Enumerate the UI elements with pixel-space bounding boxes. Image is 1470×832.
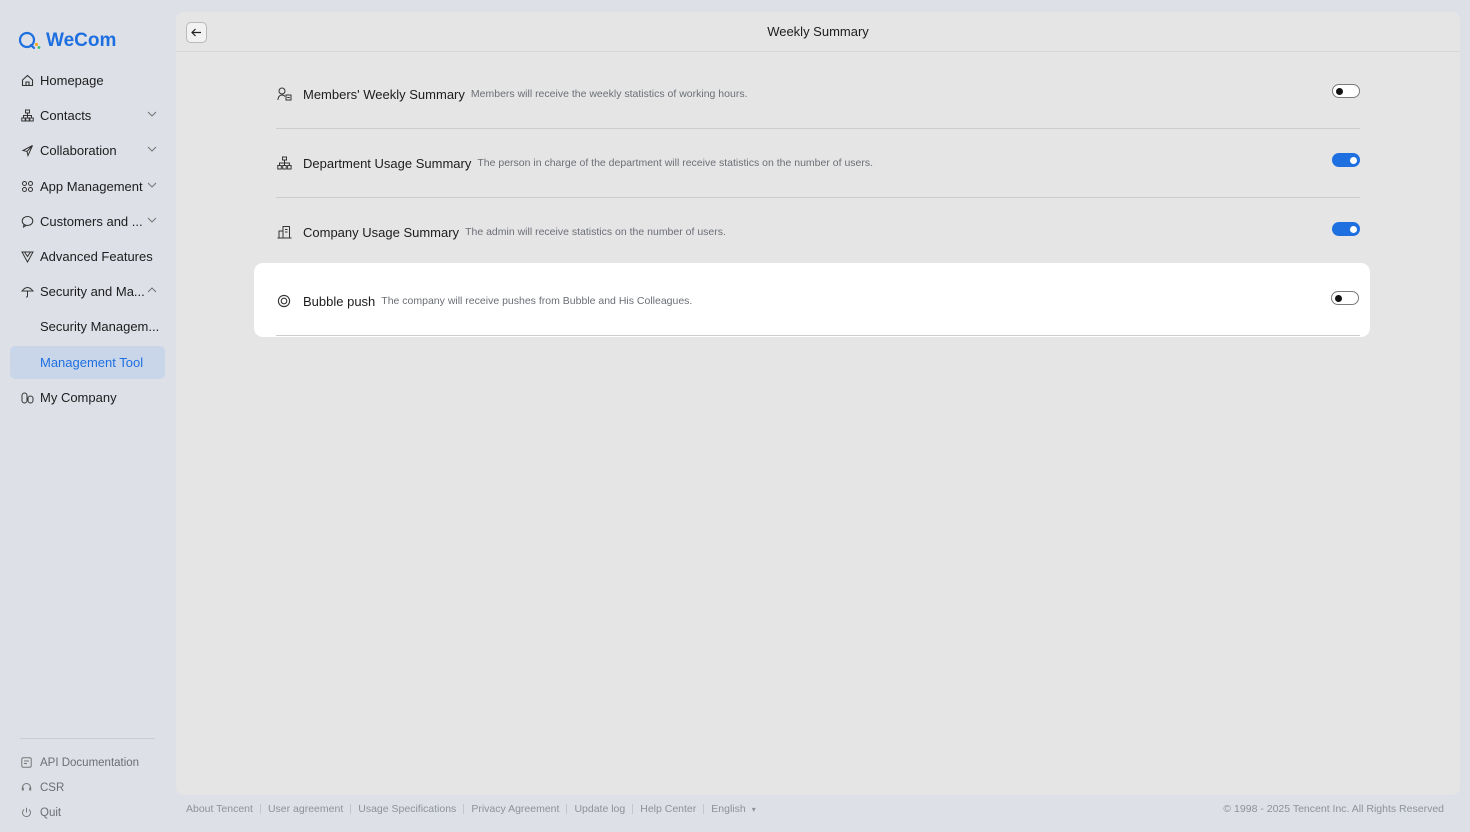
- csr-link[interactable]: CSR: [20, 775, 170, 800]
- sidebar-item-label: Collaboration: [40, 143, 117, 159]
- setting-description: The company will receive pushes from Bub…: [381, 295, 693, 307]
- sidebar-item-label: Security and Ma...: [40, 284, 145, 300]
- quit-link[interactable]: Quit: [20, 800, 170, 825]
- sidebar: WeCom Homepage Contacts Collaboration Ap…: [0, 0, 176, 832]
- apps-grid-icon: [20, 179, 34, 193]
- language-label: English: [711, 803, 746, 815]
- sidebar-item-label: Contacts: [40, 108, 92, 124]
- setting-description: Members will receive the weekly statisti…: [470, 88, 748, 100]
- sidebar-item-collaboration[interactable]: Collaboration: [10, 134, 165, 167]
- sidebar-item-label: Customers and ...: [40, 213, 143, 229]
- language-selector[interactable]: English ▾: [711, 803, 755, 815]
- page-title: Weekly Summary: [767, 24, 869, 39]
- chevron-down-icon[interactable]: [147, 182, 157, 188]
- copyright-text: © 1998 - 2025 Tencent Inc. All Rights Re…: [1223, 803, 1444, 815]
- member-icon: [276, 86, 292, 102]
- footer-separator: [350, 804, 352, 814]
- footer-separator: [632, 804, 634, 814]
- wecom-logo-icon: [18, 31, 41, 50]
- footer-link-usage-specifications[interactable]: Usage Specifications: [358, 803, 456, 815]
- footer-link-privacy-agreement[interactable]: Privacy Agreement: [471, 803, 559, 815]
- sidebar-item-app-management[interactable]: App Management: [10, 170, 165, 203]
- home-icon: [20, 74, 34, 88]
- toggle-knob: [1336, 87, 1343, 95]
- department-usage-summary-toggle[interactable]: [1332, 153, 1360, 167]
- company-icon: [20, 390, 34, 404]
- building-icon: [276, 224, 292, 240]
- umbrella-icon: [20, 285, 34, 299]
- setting-description: The person in charge of the department w…: [477, 157, 874, 169]
- chat-bubble-icon: [20, 214, 34, 228]
- footer-link-user-agreement[interactable]: User agreement: [268, 803, 343, 815]
- toggle-knob: [1335, 294, 1342, 302]
- sidebar-item-label: Security Managem...: [40, 319, 160, 335]
- sidebar-item-label: Management Tool: [40, 354, 144, 370]
- chevron-down-icon[interactable]: [147, 146, 157, 153]
- row-divider: [276, 335, 1360, 336]
- api-doc-icon: [20, 757, 32, 769]
- footer-links: About Tencent User agreement Usage Speci…: [186, 803, 756, 815]
- sidebar-divider: [20, 738, 155, 739]
- bubble-push-toggle[interactable]: [1331, 291, 1359, 305]
- sidebar-item-label: My Company: [40, 389, 117, 405]
- power-icon: [20, 807, 32, 819]
- setting-title: Department Usage Summary: [303, 155, 472, 171]
- page-header: Weekly Summary: [176, 12, 1460, 52]
- setting-row-bubble-push: Bubble push The company will receive pus…: [254, 263, 1370, 337]
- setting-title: Company Usage Summary: [303, 224, 460, 240]
- main-panel: Weekly Summary Members' Weekly Summary M…: [176, 12, 1460, 795]
- sidebar-item-label: Homepage: [40, 73, 104, 88]
- bubble-icon: [276, 293, 292, 309]
- diamond-icon: [20, 249, 34, 263]
- company-usage-summary-toggle[interactable]: [1332, 222, 1360, 236]
- csr-label: CSR: [40, 781, 65, 794]
- setting-row-company-usage-summary: Company Usage Summary The admin will rec…: [276, 198, 1360, 267]
- sidebar-bottom-links: API Documentation CSR Quit: [20, 750, 170, 825]
- sidebar-item-customers[interactable]: Customers and ...: [10, 205, 165, 238]
- footer-link-about-tencent[interactable]: About Tencent: [186, 803, 253, 815]
- sidebar-item-management-tool[interactable]: Management Tool: [10, 345, 165, 379]
- footer-separator: [463, 804, 465, 814]
- collaboration-icon: [20, 144, 34, 158]
- sidebar-item-my-company[interactable]: My Company: [10, 381, 165, 414]
- toggle-knob: [1350, 156, 1357, 164]
- footer-link-update-log[interactable]: Update log: [574, 803, 625, 815]
- setting-row-members-weekly-summary: Members' Weekly Summary Members will rec…: [276, 60, 1360, 129]
- footer-separator: [703, 804, 705, 814]
- chevron-down-icon[interactable]: [147, 111, 157, 117]
- sidebar-item-label: App Management: [40, 178, 143, 194]
- brand-name: WeCom: [46, 30, 117, 51]
- api-documentation-link[interactable]: API Documentation: [20, 750, 170, 775]
- department-icon: [276, 155, 292, 171]
- toggle-knob: [1350, 225, 1357, 233]
- sidebar-item-security-management[interactable]: Security Managem...: [10, 310, 165, 343]
- members-weekly-summary-toggle[interactable]: [1332, 84, 1360, 98]
- chevron-up-icon[interactable]: [147, 287, 157, 293]
- setting-title: Members' Weekly Summary: [303, 86, 465, 102]
- quit-label: Quit: [40, 806, 62, 819]
- sidebar-item-contacts[interactable]: Contacts: [10, 99, 165, 132]
- chevron-down-icon: ▾: [751, 805, 756, 814]
- footer-link-help-center[interactable]: Help Center: [640, 803, 696, 815]
- sidebar-item-label: Advanced Features: [40, 248, 153, 264]
- chevron-down-icon[interactable]: [147, 217, 157, 223]
- sidebar-nav: Homepage Contacts Collaboration App Mana…: [10, 64, 165, 416]
- setting-title: Bubble push: [303, 293, 376, 309]
- footer-separator: [259, 804, 261, 814]
- api-documentation-label: API Documentation: [40, 756, 140, 769]
- setting-description: The admin will receive statistics on the…: [465, 226, 726, 238]
- setting-row-department-usage-summary: Department Usage Summary The person in c…: [276, 129, 1360, 198]
- page-footer: About Tencent User agreement Usage Speci…: [186, 803, 1444, 817]
- wecom-admin-app: WeCom Homepage Contacts Collaboration Ap…: [0, 0, 1470, 832]
- sidebar-item-security-and-management[interactable]: Security and Ma...: [10, 275, 165, 308]
- sidebar-item-homepage[interactable]: Homepage: [10, 64, 165, 97]
- sidebar-item-advanced-features[interactable]: Advanced Features: [10, 240, 165, 273]
- brand-logo[interactable]: WeCom: [18, 28, 116, 54]
- footer-separator: [566, 804, 568, 814]
- summary-settings-list: Members' Weekly Summary Members will rec…: [254, 60, 1370, 337]
- csr-icon: [20, 782, 32, 794]
- org-chart-icon: [20, 109, 34, 123]
